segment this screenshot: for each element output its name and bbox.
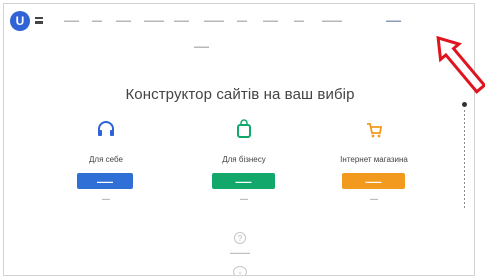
headphones-icon [94, 117, 118, 141]
site-logo[interactable]: U [10, 11, 30, 31]
section-pagination [462, 102, 468, 212]
shopping-bag-icon [232, 117, 256, 141]
nav-item-9[interactable]: ▬▬ [294, 18, 304, 24]
pagination-dot-active[interactable] [462, 102, 467, 107]
page-title: Конструктор сайтів на ваш вибір [125, 86, 355, 103]
help-icon[interactable]: ? [234, 232, 246, 244]
nav-item-8[interactable]: ▬▬▬ [263, 18, 278, 24]
card-business: Для бізнесу ▬▬▬▬ ▬▬ [184, 117, 304, 217]
card-note: ▬▬ [240, 196, 248, 201]
card-button[interactable]: ▬▬▬▬ [77, 173, 133, 189]
nav-subitem[interactable]: ▬▬▬ [194, 44, 209, 50]
card-label: Для себе [89, 155, 123, 164]
nav-item-3[interactable]: ▬▬▬ [116, 18, 131, 24]
card-shop: Інтернет магазина ▬▬▬▬ ▬▬ [314, 117, 434, 217]
pagination-track [464, 110, 465, 210]
card-personal: Для себе ▬▬▬▬ ▬▬ [46, 117, 166, 217]
nav-item-5[interactable]: ▬▬▬ [174, 18, 189, 24]
menu-icon[interactable] [35, 17, 43, 24]
nav-item-6[interactable]: ▬▬▬▬ [204, 18, 224, 24]
nav-item-4[interactable]: ▬▬▬▬ [144, 18, 164, 24]
nav-item-10[interactable]: ▬▬▬▬ [322, 18, 342, 24]
card-button[interactable]: ▬▬▬▬ [342, 173, 405, 189]
nav-item-11[interactable]: ▬▬▬ [386, 18, 401, 24]
cart-icon [362, 117, 386, 141]
card-note: ▬▬ [102, 196, 110, 201]
card-label: Для бізнесу [222, 155, 266, 164]
scroll-down-icon[interactable]: ⌄ [233, 266, 247, 275]
nav-item-7[interactable]: ▬▬ [237, 18, 247, 24]
nav-item-1[interactable]: ▬▬▬ [64, 18, 79, 24]
card-label: Інтернет магазина [340, 155, 408, 164]
card-button[interactable]: ▬▬▬▬ [212, 173, 275, 189]
help-text: ▬▬▬▬▬ [230, 250, 250, 255]
top-nav: ▬▬▬ ▬▬ ▬▬▬ ▬▬▬▬ ▬▬▬ ▬▬▬▬ ▬▬ ▬▬▬ ▬▬ ▬▬▬▬ … [64, 18, 472, 30]
nav-item-2[interactable]: ▬▬ [92, 18, 102, 24]
browser-viewport: U ▬▬▬ ▬▬ ▬▬▬ ▬▬▬▬ ▬▬▬ ▬▬▬▬ ▬▬ ▬▬▬ ▬▬ ▬▬▬… [3, 3, 475, 276]
annotation-arrow-icon [436, 35, 485, 94]
card-note: ▬▬ [370, 196, 378, 201]
